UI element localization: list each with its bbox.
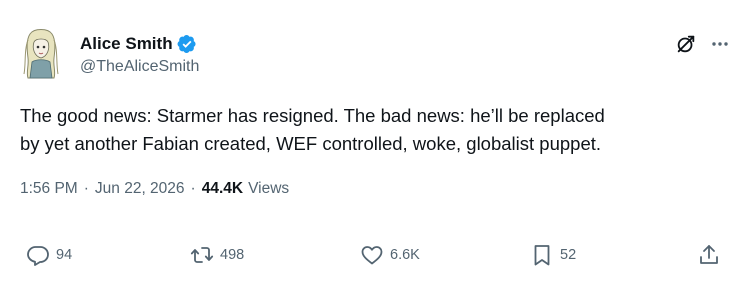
repost-count: 498 [220, 247, 245, 263]
tweet-card: Alice Smith @TheAliceSmith The good news… [0, 0, 749, 285]
like-button[interactable]: 6.6K [360, 238, 420, 272]
avatar-illustration [23, 29, 59, 79]
share-button[interactable] [697, 238, 721, 272]
views-label: Views [248, 180, 290, 197]
tweet-time[interactable]: 1:56 PM [20, 180, 78, 198]
action-bar: 94 498 6.6K 52 [0, 238, 749, 272]
tweet-text: The good news: Starmer has resigned. The… [20, 102, 732, 158]
avatar[interactable] [20, 28, 62, 80]
meta-separator: · [190, 180, 196, 197]
bookmark-button[interactable]: 52 [530, 238, 576, 272]
author-name-row: Alice Smith [80, 33, 197, 55]
repost-button[interactable]: 498 [190, 238, 244, 272]
bookmark-count: 52 [560, 247, 577, 263]
grok-icon[interactable] [675, 33, 697, 55]
reply-icon [27, 246, 49, 266]
author-handle[interactable]: @TheAliceSmith [80, 58, 199, 76]
repost-icon [190, 247, 214, 263]
tweet-text-line: by yet another Fabian created, WEF contr… [20, 133, 602, 154]
verified-badge-icon[interactable] [177, 34, 197, 54]
share-icon [700, 245, 718, 264]
views-count[interactable]: 44.4K [202, 180, 243, 198]
tweet-meta: 1:56 PM · Jun 22, 2026 · 44.4K Views [20, 180, 289, 198]
display-name[interactable]: Alice Smith [80, 34, 173, 54]
top-actions [675, 33, 731, 55]
reply-button[interactable]: 94 [26, 238, 72, 272]
reply-count: 94 [56, 247, 73, 263]
like-count: 6.6K [390, 247, 420, 263]
tweet-date[interactable]: Jun 22, 2026 [95, 180, 185, 198]
bookmark-icon [534, 245, 550, 266]
tweet-text-line: The good news: Starmer has resigned. The… [20, 105, 605, 126]
meta-separator: · [83, 180, 89, 197]
heart-icon [361, 246, 383, 265]
more-icon[interactable] [709, 33, 731, 55]
